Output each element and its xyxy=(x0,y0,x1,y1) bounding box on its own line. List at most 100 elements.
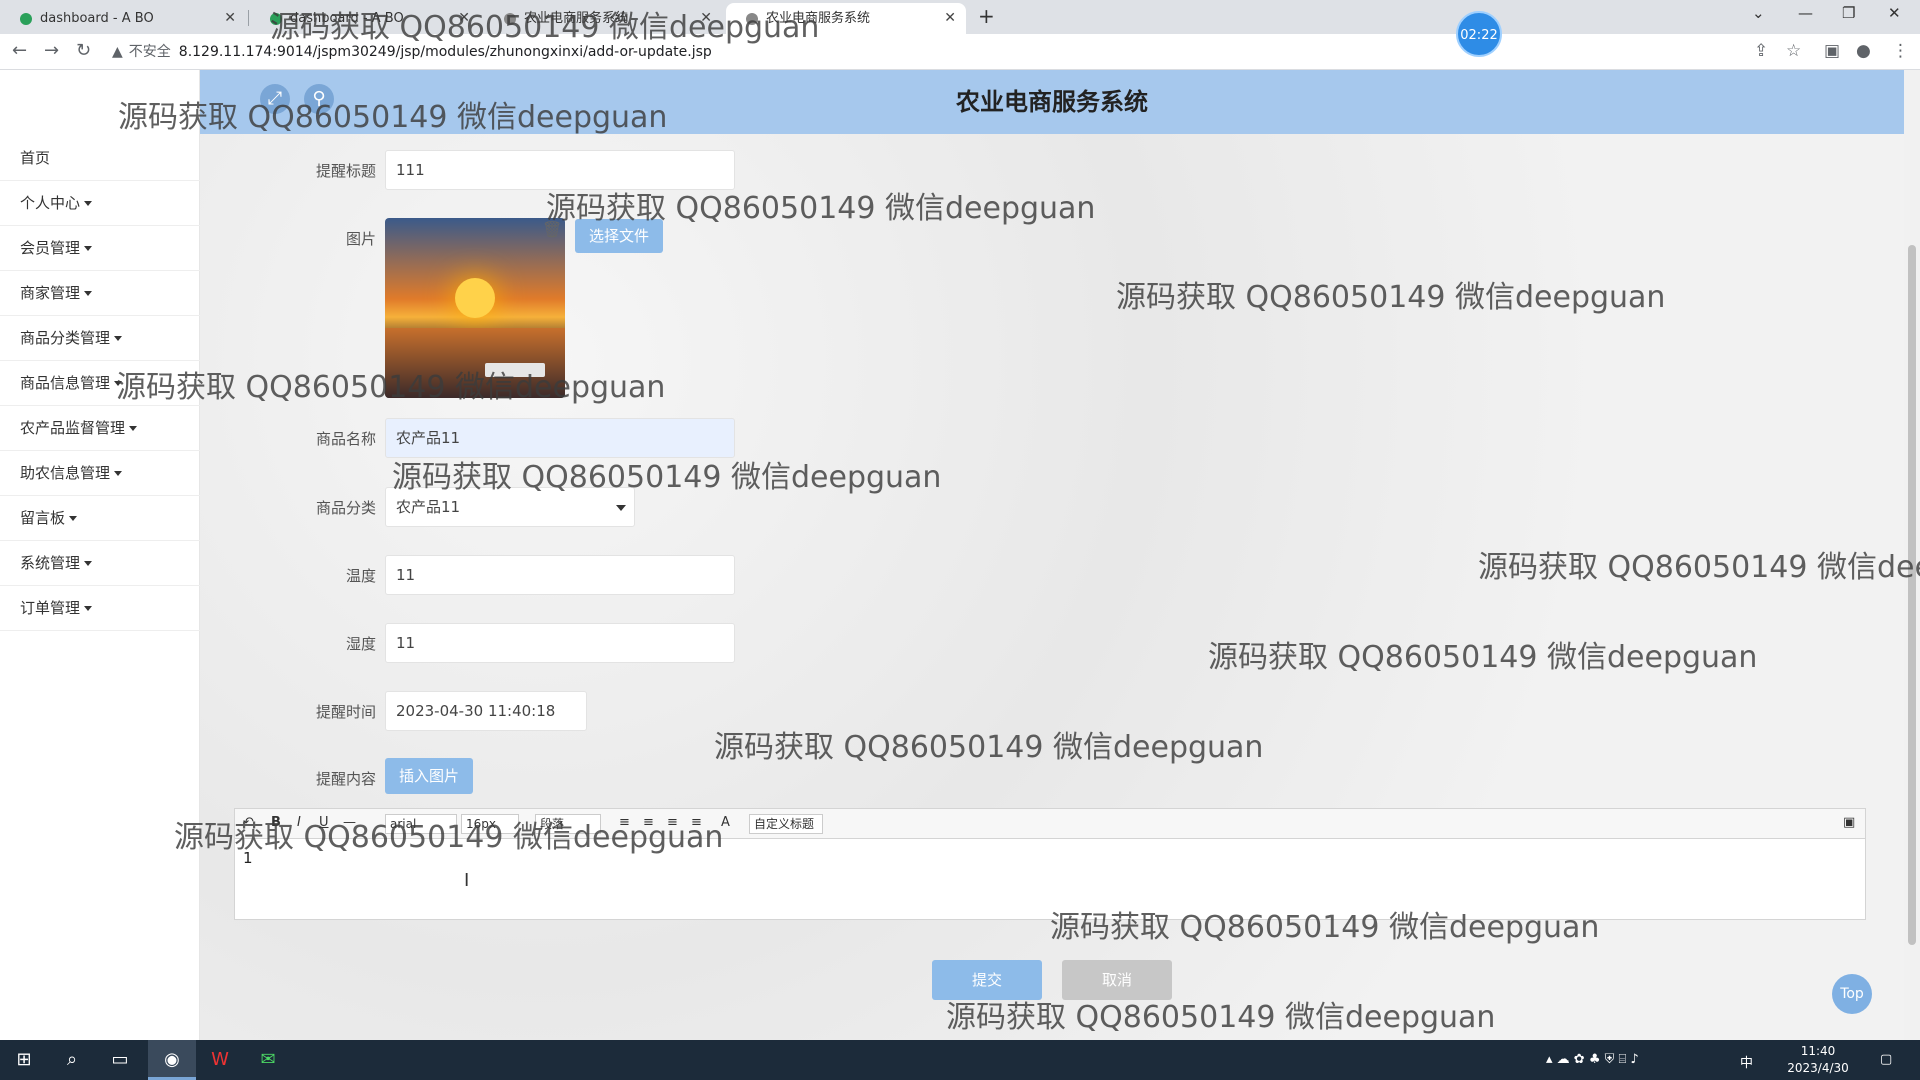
image-label: 图片 xyxy=(345,230,376,248)
product-name-label: 商品名称 xyxy=(315,430,376,448)
italic-icon[interactable]: I xyxy=(297,815,301,830)
tab-favicon-icon xyxy=(504,13,516,25)
windows-taskbar: ⊞ ⌕ ▭ ◉ W ✉ ▴ ☁ ✿ ♣ ⛨ ⌸ ♪ 中 11:40 2023/4… xyxy=(0,1040,1920,1080)
tab-favicon-icon xyxy=(20,13,32,25)
minimize-icon[interactable]: — xyxy=(1798,4,1813,22)
bold-icon[interactable]: B xyxy=(271,815,281,830)
humidity-label: 湿度 xyxy=(345,635,376,653)
sidebar: 首页 个人中心 会员管理 商家管理 商品分类管理 商品信息管理 农产品监督管理 … xyxy=(0,70,200,1040)
editor-content[interactable]: 1 xyxy=(243,849,253,867)
sidebar-item-product-info-management[interactable]: 商品信息管理 xyxy=(0,361,200,406)
browser-tab[interactable]: dashboard - A BO ✕ xyxy=(0,3,246,34)
custom-title-select[interactable]: 自定义标题 xyxy=(749,814,823,834)
align-right-icon[interactable]: ≡ xyxy=(667,815,678,830)
forward-icon[interactable]: → xyxy=(44,40,59,61)
scrollbar-thumb[interactable] xyxy=(1908,245,1916,945)
restore-icon[interactable]: ❐ xyxy=(1842,4,1855,22)
side-panel-icon[interactable]: ▣ xyxy=(1824,41,1840,61)
sidebar-item-personal-center[interactable]: 个人中心 xyxy=(0,181,200,226)
tray-icons[interactable]: ▴ ☁ ✿ ♣ ⛨ ⌸ ♪ xyxy=(1546,1052,1639,1067)
choose-file-button[interactable]: 选择文件 xyxy=(575,219,663,253)
sidebar-item-category-management[interactable]: 商品分类管理 xyxy=(0,316,200,361)
image-boat xyxy=(485,363,545,377)
chevron-down-icon xyxy=(114,336,123,341)
remind-time-input[interactable]: 2023-04-30 11:40:18 xyxy=(385,691,587,731)
category-select[interactable]: 农产品11 xyxy=(385,487,635,527)
sidebar-item-member-management[interactable]: 会员管理 xyxy=(0,226,200,271)
taskbar-clock[interactable]: 11:40 2023/4/30 xyxy=(1780,1043,1856,1077)
remind-time-label: 提醒时间 xyxy=(315,703,376,721)
notification-icon[interactable]: ▢ xyxy=(1880,1052,1892,1067)
bookmark-star-icon[interactable]: ☆ xyxy=(1786,41,1801,61)
ime-indicator[interactable]: 中 xyxy=(1740,1052,1753,1071)
content-label: 提醒内容 xyxy=(315,770,376,788)
sidebar-item-merchant-management[interactable]: 商家管理 xyxy=(0,271,200,316)
tab-close-icon[interactable]: ✕ xyxy=(944,3,956,34)
chevron-down-icon xyxy=(84,246,93,251)
product-name-input[interactable]: 农产品11 xyxy=(385,418,735,458)
tab-search-icon[interactable]: ⌄ xyxy=(1752,4,1765,22)
back-icon[interactable]: ← xyxy=(12,40,27,61)
chevron-down-icon xyxy=(129,426,138,431)
font-family-select[interactable]: arial xyxy=(385,814,457,834)
tab-favicon-icon xyxy=(270,13,282,25)
close-window-icon[interactable]: ✕ xyxy=(1888,4,1901,22)
undo-icon[interactable]: ↶ xyxy=(243,815,254,830)
horizontal-rule-icon[interactable]: — xyxy=(343,815,356,830)
reload-icon[interactable]: ↻ xyxy=(76,40,91,61)
text-cursor-icon: I xyxy=(464,870,470,891)
browser-tab-active[interactable]: 农业电商服务系统 ✕ xyxy=(726,3,966,34)
recording-timer: 02:22 xyxy=(1456,11,1502,57)
task-view-icon[interactable]: ▭ xyxy=(96,1040,144,1080)
product-image xyxy=(385,218,565,398)
tab-close-icon[interactable]: ✕ xyxy=(700,3,712,34)
sidebar-item-order-management[interactable]: 订单管理 xyxy=(0,586,200,631)
cancel-button[interactable]: 取消 xyxy=(1062,960,1172,1000)
title-input[interactable]: 111 xyxy=(385,150,735,190)
page-title: 农业电商服务系统 xyxy=(956,88,1148,116)
sidebar-item-supervision-management[interactable]: 农产品监督管理 xyxy=(0,406,200,451)
font-color-icon[interactable]: A xyxy=(721,815,730,830)
search-icon[interactable]: ⌕ xyxy=(48,1040,96,1080)
fullscreen-editor-icon[interactable]: ▣ xyxy=(1843,815,1855,830)
share-icon[interactable]: ⇪ xyxy=(1754,41,1768,61)
submit-button[interactable]: 提交 xyxy=(932,960,1042,1000)
category-label: 商品分类 xyxy=(315,499,376,517)
browser-tab-bar: dashboard - A BO ✕ dashboard - A BO ✕ 农业… xyxy=(0,0,1920,34)
windows-start-icon[interactable]: ⊞ xyxy=(0,1040,48,1080)
sidebar-item-home[interactable]: 首页 xyxy=(0,136,200,181)
tab-favicon-icon xyxy=(746,13,758,25)
tab-close-icon[interactable]: ✕ xyxy=(224,3,236,34)
editor-toolbar: ↶ B I U — arial 16px 段落 ≡ ≡ ≡ ≡ A 自定义标题 … xyxy=(235,809,1865,839)
browser-tab[interactable]: 农业电商服务系统 ✕ xyxy=(484,3,722,34)
browser-tab[interactable]: dashboard - A BO ✕ xyxy=(250,3,480,34)
chevron-down-icon xyxy=(616,505,626,511)
insert-image-button[interactable]: 插入图片 xyxy=(385,758,473,794)
font-size-select[interactable]: 16px xyxy=(461,814,519,834)
tab-close-icon[interactable]: ✕ xyxy=(458,3,470,34)
align-left-icon[interactable]: ≡ xyxy=(619,815,630,830)
page-scrollbar[interactable] xyxy=(1904,70,1920,1040)
underline-icon[interactable]: U xyxy=(319,815,329,830)
justify-icon[interactable]: ≡ xyxy=(691,815,702,830)
warning-icon: ▲ xyxy=(112,44,123,60)
chevron-down-icon xyxy=(84,291,93,296)
menu-icon[interactable]: ⋮ xyxy=(1892,41,1909,61)
sidebar-item-system-management[interactable]: 系统管理 xyxy=(0,541,200,586)
sidebar-item-assistance-info-management[interactable]: 助农信息管理 xyxy=(0,451,200,496)
delete-image-icon[interactable]: 🗑 xyxy=(542,220,562,239)
rich-text-editor[interactable]: ↶ B I U — arial 16px 段落 ≡ ≡ ≡ ≡ A 自定义标题 … xyxy=(234,808,1866,920)
page-header: ⤢ ⚲ 农业电商服务系统 xyxy=(200,70,1904,134)
new-tab-icon[interactable]: + xyxy=(978,4,995,28)
paragraph-select[interactable]: 段落 xyxy=(535,814,601,834)
url-field[interactable]: ▲ 不安全 8.129.11.174:9014/jspm30249/jsp/modu… xyxy=(112,39,1762,65)
align-center-icon[interactable]: ≡ xyxy=(643,815,654,830)
temperature-input[interactable]: 11 xyxy=(385,555,735,595)
wps-app-icon[interactable]: W xyxy=(196,1040,244,1080)
profile-icon[interactable]: ● xyxy=(1856,41,1871,61)
chrome-app-icon[interactable]: ◉ xyxy=(148,1040,196,1080)
back-to-top-button[interactable]: Top xyxy=(1832,974,1872,1014)
sidebar-item-message-board[interactable]: 留言板 xyxy=(0,496,200,541)
wechat-app-icon[interactable]: ✉ xyxy=(244,1040,292,1080)
humidity-input[interactable]: 11 xyxy=(385,623,735,663)
